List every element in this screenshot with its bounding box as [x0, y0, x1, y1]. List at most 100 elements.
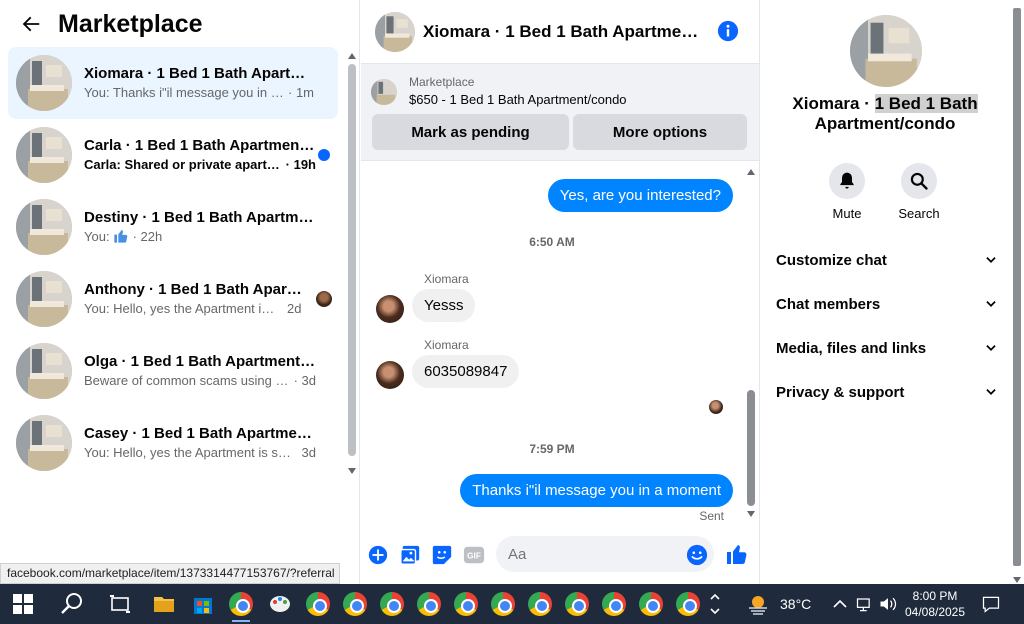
scroll-down-icon[interactable]	[1013, 577, 1021, 583]
conversation-item[interactable]: Carla · 1 Bed 1 Bath Apartment/condo Car…	[8, 119, 338, 191]
conversation-snippet: Beware of common scams using payment app…	[84, 373, 290, 388]
sender-name: Xiomara	[424, 338, 469, 352]
search-label: Search	[898, 206, 940, 221]
paint-icon[interactable]	[268, 592, 292, 616]
chrome-icon[interactable]	[229, 592, 253, 616]
network-icon[interactable]	[855, 592, 875, 616]
chrome-icon[interactable]	[491, 592, 515, 616]
sender-avatar[interactable]	[376, 361, 404, 389]
system-clock[interactable]: 8:00 PM 04/08/2025	[900, 588, 970, 620]
thumbs-up-send-icon[interactable]	[725, 542, 749, 566]
conversation-name: Anthony · 1 Bed 1 Bath Apartment/condo	[84, 281, 306, 298]
scroll-down-icon[interactable]	[747, 511, 755, 517]
chrome-icon[interactable]	[676, 592, 700, 616]
conversation-scrollbar[interactable]	[346, 50, 358, 475]
incoming-message[interactable]: 6035089847	[412, 355, 520, 388]
conversation-item[interactable]: Olga · 1 Bed 1 Bath Apartment/condo Bewa…	[8, 335, 338, 407]
back-arrow-icon[interactable]	[20, 13, 42, 35]
conversation-name: Destiny · 1 Bed 1 Bath Apartment/condo	[84, 209, 316, 226]
search-action[interactable]: Search	[889, 163, 949, 221]
chrome-icon[interactable]	[565, 592, 589, 616]
incoming-message[interactable]: Yesss	[412, 289, 476, 322]
outgoing-message[interactable]: Yes, are you interested?	[547, 179, 733, 212]
scroll-up-icon[interactable]	[348, 53, 356, 59]
thumbs-up-icon	[113, 230, 127, 243]
conversation-snippet: You: Hello, yes the Apartment is still a…	[84, 301, 279, 316]
mute-action[interactable]: Mute	[817, 163, 877, 221]
listing-price[interactable]: $650 - 1 Bed 1 Bath Apartment/condo	[409, 90, 627, 110]
sender-avatar[interactable]	[376, 295, 404, 323]
chrome-icon[interactable]	[454, 592, 478, 616]
listing-avatar[interactable]	[850, 15, 922, 87]
page-scrollbar[interactable]	[1010, 0, 1024, 584]
store-icon[interactable]	[191, 592, 215, 616]
photo-icon[interactable]	[399, 544, 421, 566]
title-line2: Apartment/condo	[814, 114, 956, 133]
weather-icon[interactable]	[746, 592, 770, 616]
chevron-up-icon[interactable]	[832, 592, 848, 616]
messenger-app: Marketplace Xiomara · 1 Bed 1 Bath Apart…	[0, 0, 1024, 584]
chat-scrollbar[interactable]	[745, 166, 757, 518]
scrollbar-thumb[interactable]	[747, 390, 755, 506]
conversation-snippet: You: Hello, yes the Apartment is still a…	[84, 445, 294, 460]
mark-as-pending-button[interactable]: Mark as pending	[372, 114, 569, 150]
chevron-down-icon	[986, 345, 996, 351]
conversation-name: Casey · 1 Bed 1 Bath Apartment/condo	[84, 425, 316, 442]
conversation-item[interactable]: Destiny · 1 Bed 1 Bath Apartment/condo Y…	[8, 191, 338, 263]
scrollbar-thumb[interactable]	[348, 64, 356, 456]
sender-name: Xiomara	[424, 272, 469, 286]
message-composer: GIF	[361, 532, 759, 576]
taskbar-scroll-icon[interactable]	[708, 590, 722, 618]
bell-icon	[840, 172, 854, 189]
section-privacy-support[interactable]: Privacy & support	[776, 372, 998, 412]
scrollbar-thumb[interactable]	[1013, 8, 1021, 566]
chat-info-panel: Xiomara · 1 Bed 1 Bath Apartment/condo M…	[759, 0, 1009, 584]
file-explorer-icon[interactable]	[152, 592, 176, 616]
chrome-icon[interactable]	[528, 592, 552, 616]
chrome-icon[interactable]	[343, 592, 367, 616]
gif-icon[interactable]: GIF	[463, 544, 485, 566]
more-options-button[interactable]: More options	[573, 114, 747, 150]
search-icon	[910, 172, 928, 190]
notification-icon[interactable]	[981, 592, 1001, 616]
chrome-icon[interactable]	[602, 592, 626, 616]
conversation-list: Xiomara · 1 Bed 1 Bath Apartment/condo Y…	[8, 47, 338, 479]
temperature[interactable]: 38°C	[780, 596, 811, 612]
emoji-icon[interactable]	[686, 544, 708, 566]
chrome-icon[interactable]	[380, 592, 404, 616]
seen-avatar	[316, 291, 332, 307]
chat-info-title: Xiomara · 1 Bed 1 Bath Apartment/condo	[760, 94, 1010, 134]
conversation-time: · 19h	[285, 157, 316, 172]
info-icon[interactable]	[717, 20, 739, 42]
listing-thumbnail[interactable]	[371, 79, 397, 105]
search-icon[interactable]	[60, 592, 84, 616]
conversation-time: · 22h	[132, 229, 163, 244]
outgoing-message[interactable]: Thanks i"il message you in a moment	[460, 474, 733, 507]
conversation-item[interactable]: Anthony · 1 Bed 1 Bath Apartment/condo Y…	[8, 263, 338, 335]
conversation-time: 2d	[287, 301, 302, 316]
scroll-up-icon[interactable]	[747, 169, 755, 175]
sticker-icon[interactable]	[431, 544, 453, 566]
conversation-item[interactable]: Casey · 1 Bed 1 Bath Apartment/condo You…	[8, 407, 338, 479]
listing-thumbnail	[16, 55, 72, 111]
volume-icon[interactable]	[878, 592, 898, 616]
windows-start-icon[interactable]	[13, 594, 33, 614]
task-view-icon[interactable]	[108, 592, 132, 616]
listing-banner: Marketplace $650 - 1 Bed 1 Bath Apartmen…	[361, 64, 759, 161]
chat-title[interactable]: Xiomara · 1 Bed 1 Bath Apartment/condo	[423, 22, 705, 42]
conversation-item[interactable]: Xiomara · 1 Bed 1 Bath Apartment/condo Y…	[8, 47, 338, 119]
listing-thumbnail	[16, 127, 72, 183]
section-customize-chat[interactable]: Customize chat	[776, 240, 998, 280]
chrome-icon[interactable]	[306, 592, 330, 616]
clock-date: 04/08/2025	[904, 605, 966, 619]
chrome-icon[interactable]	[639, 592, 663, 616]
conversation-time: · 1m	[288, 85, 314, 100]
listing-thumbnail	[16, 271, 72, 327]
chrome-icon[interactable]	[417, 592, 441, 616]
section-chat-members[interactable]: Chat members	[776, 284, 998, 324]
scroll-down-icon[interactable]	[348, 468, 356, 474]
section-media-files-links[interactable]: Media, files and links	[776, 328, 998, 368]
message-input[interactable]	[496, 536, 714, 572]
chat-avatar[interactable]	[375, 11, 415, 52]
plus-circle-icon[interactable]	[367, 544, 389, 566]
